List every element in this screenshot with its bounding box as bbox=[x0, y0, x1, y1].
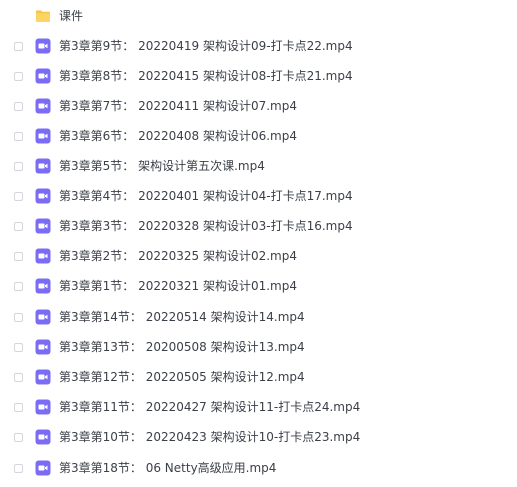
video-file-icon bbox=[35, 188, 51, 204]
file-checkbox[interactable] bbox=[14, 131, 23, 141]
file-name: 第3章第2节： 20220325 架构设计02.mp4 bbox=[59, 249, 298, 263]
file-checkbox[interactable] bbox=[14, 101, 23, 111]
file-row[interactable]: 第3章第11节： 20220427 架构设计11-打卡点24.mp4 bbox=[0, 392, 517, 422]
file-checkbox[interactable] bbox=[14, 463, 23, 473]
file-name: 第3章第6节： 20220408 架构设计06.mp4 bbox=[59, 129, 298, 143]
file-row[interactable]: 第3章第7节： 20220411 架构设计07.mp4 bbox=[0, 91, 517, 121]
file-checkbox[interactable] bbox=[14, 41, 23, 51]
video-file-icon bbox=[35, 309, 51, 325]
file-checkbox[interactable] bbox=[14, 402, 23, 412]
video-file-icon bbox=[35, 68, 51, 84]
file-checkbox[interactable] bbox=[14, 71, 23, 81]
video-file-icon bbox=[35, 248, 51, 264]
folder-row[interactable]: 课件 bbox=[0, 1, 517, 31]
file-row[interactable]: 第3章第4节： 20220401 架构设计04-打卡点17.mp4 bbox=[0, 181, 517, 211]
file-row[interactable]: 第3章第8节： 20220415 架构设计08-打卡点21.mp4 bbox=[0, 61, 517, 91]
video-file-icon bbox=[35, 399, 51, 415]
file-name: 第3章第1节： 20220321 架构设计01.mp4 bbox=[59, 279, 298, 293]
video-file-icon bbox=[35, 339, 51, 355]
file-name: 第3章第7节： 20220411 架构设计07.mp4 bbox=[59, 99, 298, 113]
video-file-icon bbox=[35, 278, 51, 294]
video-file-icon bbox=[35, 369, 51, 385]
folder-name: 课件 bbox=[59, 9, 84, 23]
file-name: 第3章第3节： 20220328 架构设计03-打卡点16.mp4 bbox=[59, 219, 353, 233]
file-name: 第3章第4节： 20220401 架构设计04-打卡点17.mp4 bbox=[59, 189, 353, 203]
file-row[interactable]: 第3章第9节： 20220419 架构设计09-打卡点22.mp4 bbox=[0, 31, 517, 61]
video-file-icon bbox=[35, 429, 51, 445]
file-row[interactable]: 第3章第3节： 20220328 架构设计03-打卡点16.mp4 bbox=[0, 211, 517, 241]
file-checkbox[interactable] bbox=[14, 432, 23, 442]
file-checkbox[interactable] bbox=[14, 161, 23, 171]
file-name: 第3章第8节： 20220415 架构设计08-打卡点21.mp4 bbox=[59, 69, 353, 83]
file-name: 第3章第11节： 20220427 架构设计11-打卡点24.mp4 bbox=[59, 400, 361, 414]
file-checkbox[interactable] bbox=[14, 281, 23, 291]
file-list: 课件 第3章第9节： 20220419 架构设计09-打卡点22.mp4 第3章… bbox=[0, 0, 517, 487]
file-row[interactable]: 第3章第14节： 20220514 架构设计14.mp4 bbox=[0, 302, 517, 332]
video-file-icon bbox=[35, 98, 51, 114]
file-checkbox[interactable] bbox=[14, 372, 23, 382]
file-name: 第3章第9节： 20220419 架构设计09-打卡点22.mp4 bbox=[59, 39, 353, 53]
file-checkbox[interactable] bbox=[14, 191, 23, 201]
file-row[interactable]: 第3章第6节： 20220408 架构设计06.mp4 bbox=[0, 121, 517, 151]
video-file-icon bbox=[35, 38, 51, 54]
file-name: 第3章第12节： 20220505 架构设计12.mp4 bbox=[59, 370, 305, 384]
folder-icon bbox=[36, 10, 50, 22]
file-name: 第3章第18节： 06 Netty高级应用.mp4 bbox=[59, 461, 277, 475]
file-name: 第3章第10节： 20220423 架构设计10-打卡点23.mp4 bbox=[59, 430, 361, 444]
file-name: 第3章第13节： 20200508 架构设计13.mp4 bbox=[59, 340, 305, 354]
video-file-icon bbox=[35, 218, 51, 234]
file-row[interactable]: 第3章第18节： 06 Netty高级应用.mp4 bbox=[0, 453, 517, 483]
file-name: 第3章第14节： 20220514 架构设计14.mp4 bbox=[59, 310, 305, 324]
video-file-icon bbox=[35, 158, 51, 174]
video-file-icon bbox=[35, 128, 51, 144]
file-checkbox[interactable] bbox=[14, 312, 23, 322]
file-checkbox[interactable] bbox=[14, 251, 23, 261]
file-checkbox[interactable] bbox=[14, 342, 23, 352]
file-row[interactable]: 第3章第2节： 20220325 架构设计02.mp4 bbox=[0, 241, 517, 271]
file-row[interactable]: 第3章第5节： 架构设计第五次课.mp4 bbox=[0, 151, 517, 181]
file-checkbox[interactable] bbox=[14, 221, 23, 231]
file-row[interactable]: 第3章第10节： 20220423 架构设计10-打卡点23.mp4 bbox=[0, 422, 517, 452]
file-row[interactable]: 第3章第12节： 20220505 架构设计12.mp4 bbox=[0, 362, 517, 392]
video-file-icon bbox=[35, 460, 51, 476]
file-name: 第3章第5节： 架构设计第五次课.mp4 bbox=[59, 159, 265, 173]
file-row[interactable]: 第3章第1节： 20220321 架构设计01.mp4 bbox=[0, 271, 517, 301]
file-row[interactable]: 第3章第13节： 20200508 架构设计13.mp4 bbox=[0, 332, 517, 362]
